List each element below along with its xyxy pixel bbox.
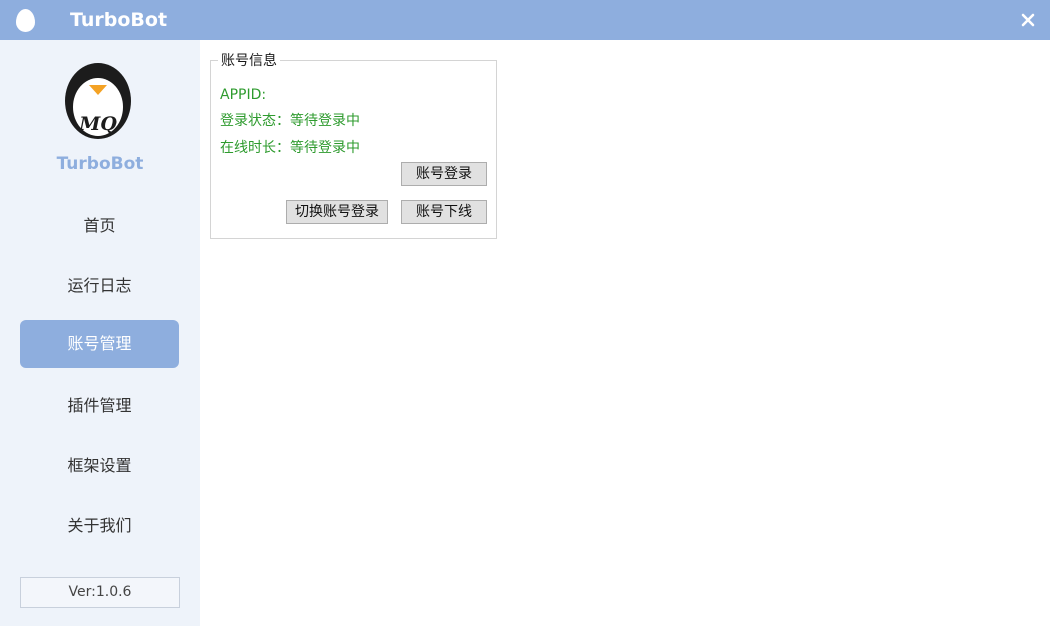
switch-account-login-button[interactable]: 切换账号登录 <box>286 200 388 224</box>
appid-label: APPID: <box>220 87 267 103</box>
online-time-label: 在线时长：等待登录中 <box>220 140 360 156</box>
window-title: TurboBot <box>70 9 168 31</box>
sidebar-item-about-us[interactable]: 关于我们 <box>20 502 179 550</box>
svg-text:MQ: MQ <box>78 113 117 135</box>
sidebar-item-account-management[interactable]: 账号管理 <box>20 320 179 368</box>
sidebar: MQ TurboBot 首页 运行日志 账号管理 插件管理 框架设置 关于我们 … <box>0 40 200 626</box>
mq-penguin-logo-icon: MQ <box>65 63 131 139</box>
close-button[interactable] <box>1014 6 1042 34</box>
sidebar-item-home[interactable]: 首页 <box>20 202 179 250</box>
version-label: Ver:1.0.6 <box>20 577 180 608</box>
avatar: MQ <box>60 60 136 142</box>
login-status-label: 登录状态：等待登录中 <box>220 113 360 129</box>
account-login-button[interactable]: 账号登录 <box>401 162 487 186</box>
title-bar[interactable]: TurboBot <box>0 0 1050 40</box>
egg-icon <box>16 9 35 32</box>
brand-name: TurboBot <box>56 154 144 174</box>
account-logout-button[interactable]: 账号下线 <box>401 200 487 224</box>
account-info-title: 账号信息 <box>218 51 280 71</box>
sidebar-item-run-log[interactable]: 运行日志 <box>20 262 179 310</box>
sidebar-item-plugin-management[interactable]: 插件管理 <box>20 382 179 430</box>
sidebar-item-framework-settings[interactable]: 框架设置 <box>20 442 179 490</box>
app-window: TurboBot MQ TurboBot 首页 运行日志 账号管理 插件管理 框… <box>0 0 1050 626</box>
close-icon <box>1021 13 1035 27</box>
